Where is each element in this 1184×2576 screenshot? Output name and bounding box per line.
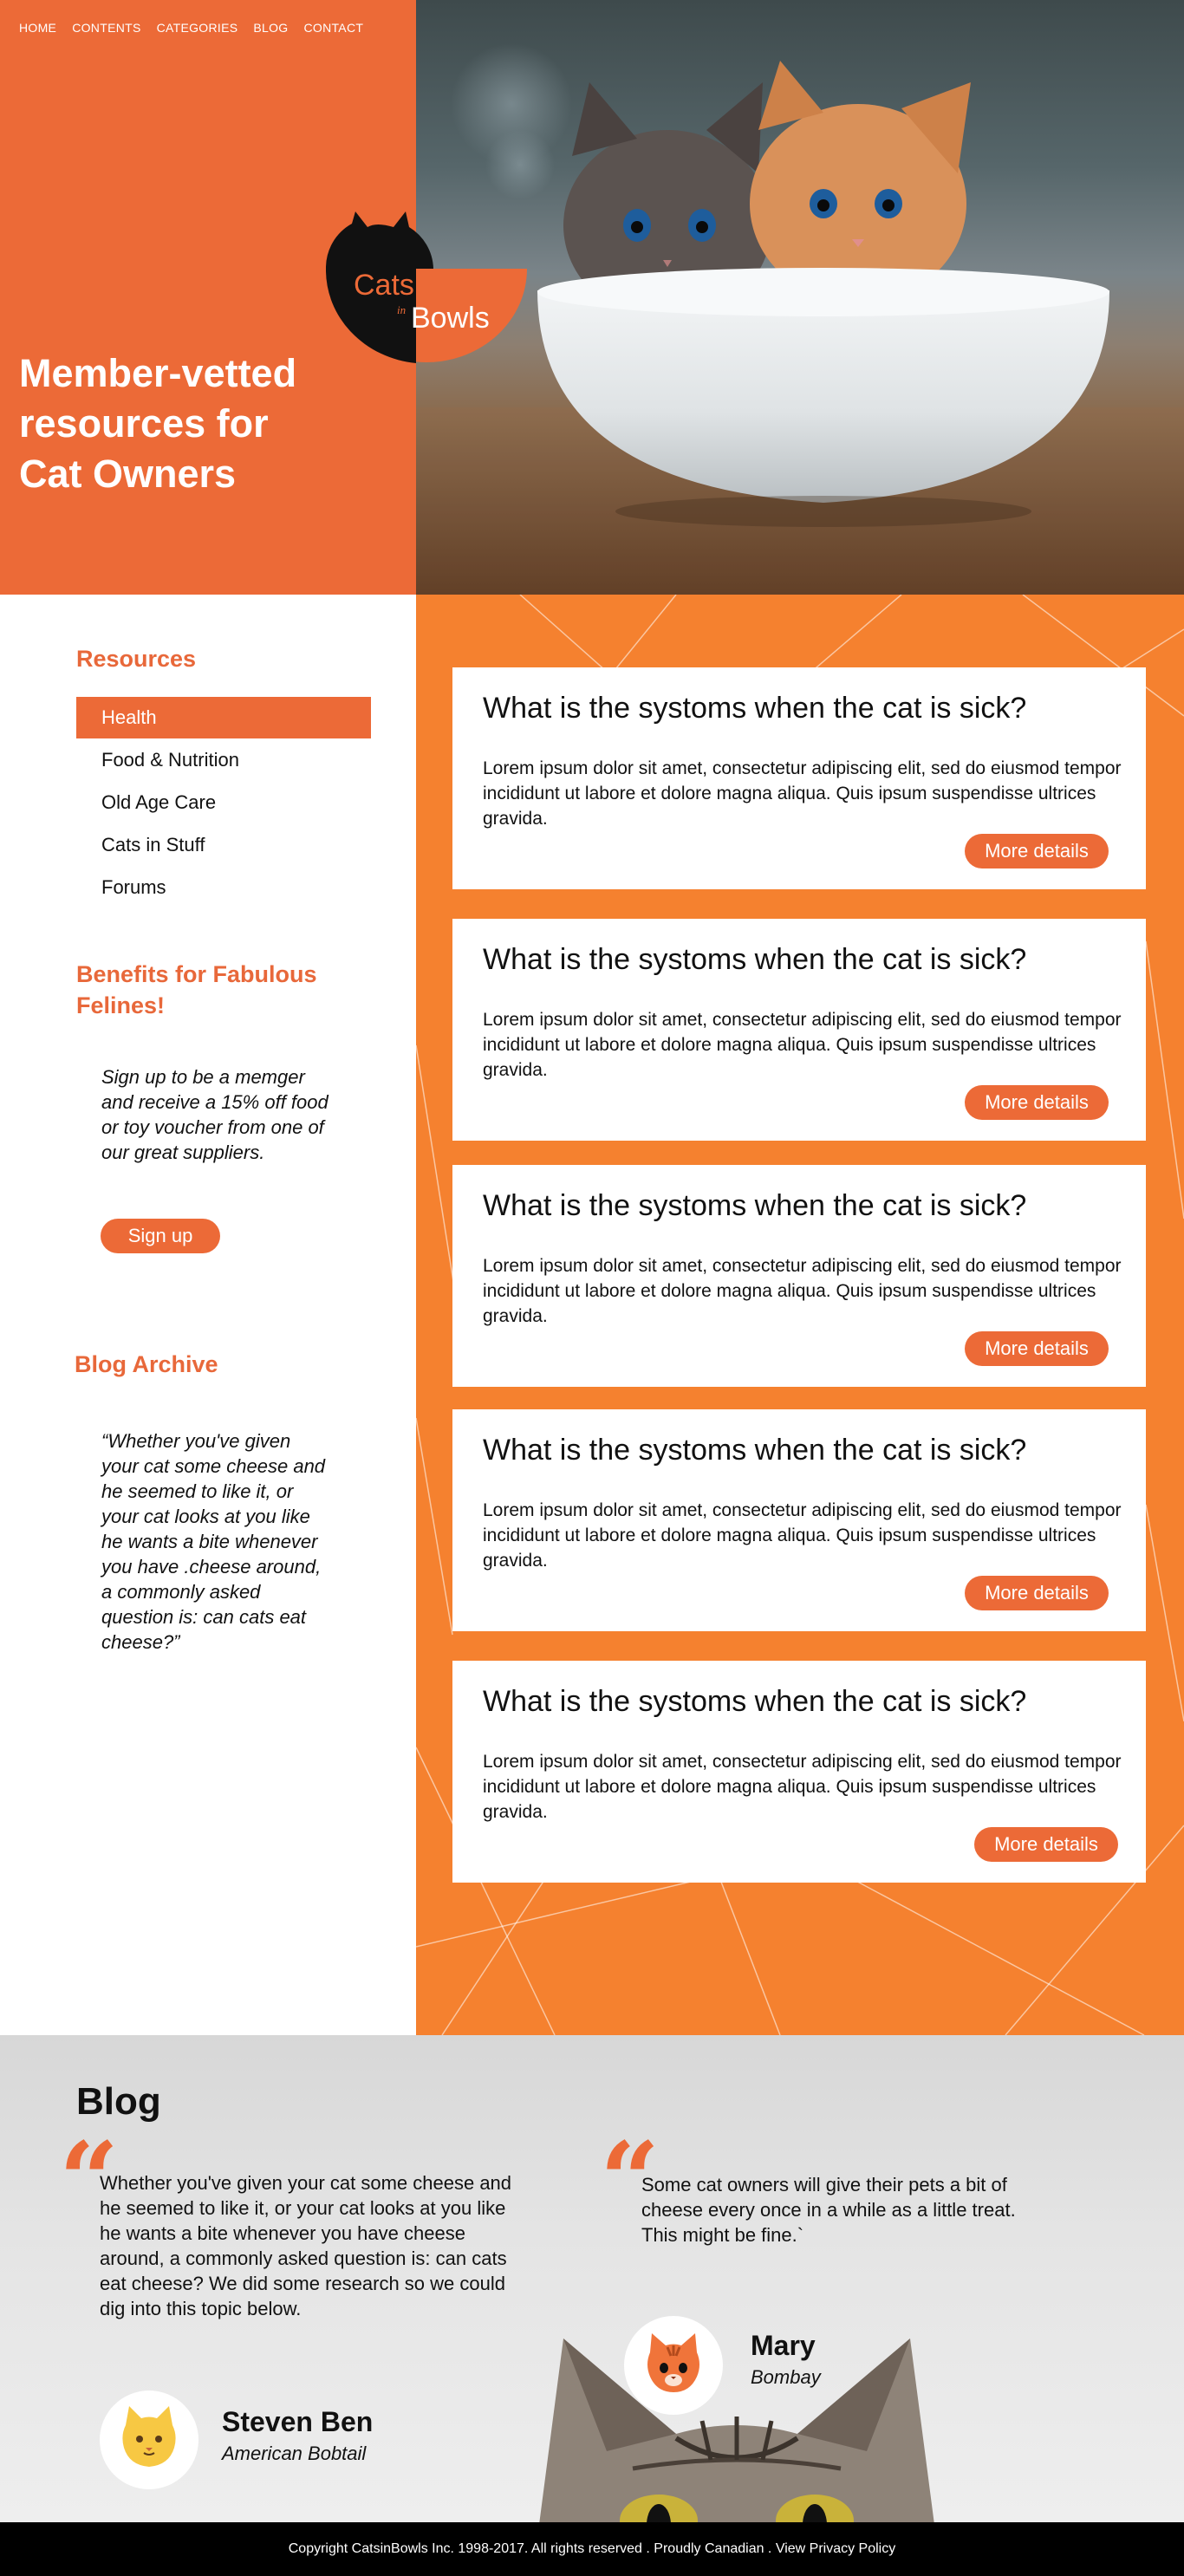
- page: HOME CONTENTS CATEGORIES BLOG CONTACT Ca…: [0, 0, 1184, 2576]
- logo-word-cats: Cats: [354, 269, 414, 302]
- article-card-4: What is the systoms when the cat is sick…: [452, 1409, 1146, 1631]
- footer: Copyright CatsinBowls Inc. 1998-2017. Al…: [0, 2522, 1184, 2576]
- testimonial-breed: Bombay: [751, 2366, 821, 2388]
- nav-contents[interactable]: CONTENTS: [72, 21, 140, 35]
- nav-home[interactable]: HOME: [19, 21, 56, 35]
- hero-image-kittens-in-bowl: [416, 0, 1184, 595]
- nav-categories[interactable]: CATEGORIES: [157, 21, 238, 35]
- article-body: Lorem ipsum dolor sit amet, consectetur …: [483, 1010, 1122, 1080]
- article-title: What is the systoms when the cat is sick…: [483, 943, 1027, 976]
- testimonial-text: Whether you've given your cat some chees…: [100, 2172, 512, 2319]
- article-body: Lorem ipsum dolor sit amet, consectetur …: [483, 1500, 1122, 1571]
- signup-button[interactable]: Sign up: [101, 1219, 220, 1253]
- resource-item-food-nutrition[interactable]: Food & Nutrition: [76, 738, 371, 781]
- article-body: Lorem ipsum dolor sit amet, consectetur …: [483, 1256, 1122, 1326]
- testimonial-text: Some cat owners will give their pets a b…: [641, 2174, 1016, 2246]
- logo-word-in: in: [397, 303, 406, 316]
- cats-in-bowls-logo[interactable]: Cats in Bowls: [325, 211, 527, 368]
- more-details-button[interactable]: More details: [965, 1331, 1109, 1366]
- more-details-button[interactable]: More details: [965, 834, 1109, 868]
- blog-archive-quote: “Whether you've given your cat some chee…: [101, 1430, 326, 1653]
- testimonial-name: Mary: [751, 2330, 816, 2361]
- article-card-1: What is the systoms when the cat is sick…: [452, 667, 1146, 889]
- blog-archive-heading: Blog Archive: [75, 1351, 218, 1377]
- resources-heading: Resources: [76, 646, 197, 672]
- article-body: Lorem ipsum dolor sit amet, consectetur …: [483, 1752, 1122, 1822]
- article-title: What is the systoms when the cat is sick…: [483, 1685, 1027, 1718]
- nav-contact[interactable]: CONTACT: [303, 21, 363, 35]
- hero: HOME CONTENTS CATEGORIES BLOG CONTACT Ca…: [0, 0, 1184, 595]
- nav-blog[interactable]: BLOG: [253, 21, 288, 35]
- benefits-heading: Benefits for Fabulous Felines!: [76, 961, 317, 1018]
- logo-graphic: Cats in Bowls: [325, 211, 527, 363]
- kittens-illustration: [416, 43, 1184, 595]
- top-navigation: HOME CONTENTS CATEGORIES BLOG CONTACT: [19, 21, 363, 35]
- avatar-mary: [624, 2316, 723, 2415]
- resource-item-old-age-care[interactable]: Old Age Care: [76, 781, 371, 823]
- resource-item-health[interactable]: Health: [76, 697, 371, 738]
- benefits-description: Sign up to be a memger and receive a 15%…: [101, 1066, 329, 1163]
- article-body: Lorem ipsum dolor sit amet, consectetur …: [483, 758, 1122, 829]
- more-details-button[interactable]: More details: [965, 1085, 1109, 1120]
- more-details-button[interactable]: More details: [965, 1576, 1109, 1610]
- more-details-button[interactable]: More details: [974, 1827, 1118, 1862]
- logo-word-bowls: Bowls: [411, 302, 490, 335]
- articles-panel: What is the systoms when the cat is sick…: [416, 595, 1184, 2035]
- cat-emoji-icon: [122, 2406, 176, 2467]
- article-card-3: What is the systoms when the cat is sick…: [452, 1165, 1146, 1387]
- blog-section: Blog “ Whether you've given your cat som…: [0, 2035, 1184, 2522]
- resources-list: Health Food & Nutrition Old Age Care Cat…: [76, 697, 371, 908]
- testimonial-breed: American Bobtail: [222, 2443, 367, 2464]
- article-title: What is the systoms when the cat is sick…: [483, 692, 1027, 725]
- testimonial-name: Steven Ben: [222, 2406, 374, 2437]
- cat-face-icon: [647, 2333, 699, 2392]
- avatar-steven: [100, 2391, 198, 2489]
- resource-item-forums[interactable]: Forums: [76, 866, 371, 908]
- article-title: What is the systoms when the cat is sick…: [483, 1189, 1027, 1222]
- footer-copyright: Copyright CatsinBowls Inc. 1998-2017. Al…: [288, 2541, 896, 2556]
- article-card-5: What is the systoms when the cat is sick…: [452, 1661, 1146, 1883]
- hero-headline: Member-vetted resources for Cat Owners: [19, 351, 297, 496]
- tabby-cat-peeking-image: [539, 2339, 934, 2522]
- blog-title: Blog: [76, 2080, 161, 2123]
- article-title: What is the systoms when the cat is sick…: [483, 1434, 1027, 1467]
- resource-item-cats-in-stuff[interactable]: Cats in Stuff: [76, 823, 371, 866]
- article-card-2: What is the systoms when the cat is sick…: [452, 919, 1146, 1141]
